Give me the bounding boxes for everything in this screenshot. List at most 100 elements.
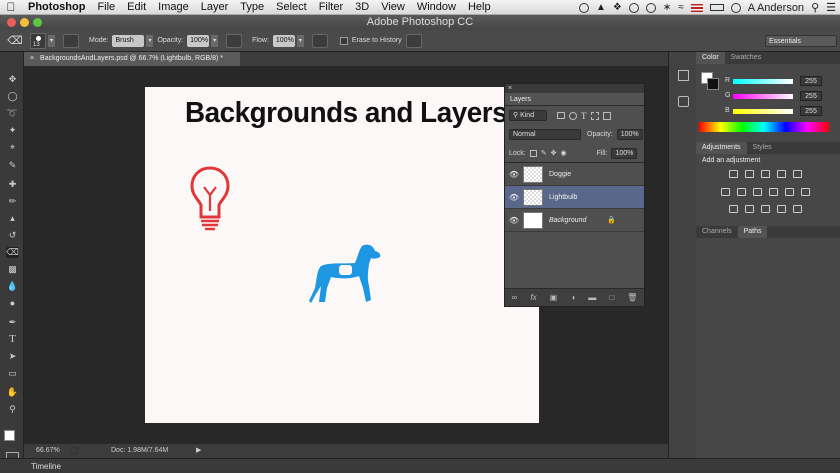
chat-icon[interactable] (628, 2, 639, 13)
delete-layer-icon[interactable]: 🗑 (627, 293, 637, 302)
opacity-dropdown-icon[interactable]: ▾ (211, 34, 219, 47)
blur-tool-icon[interactable]: 💧 (6, 281, 19, 292)
pressure-size-icon[interactable] (405, 33, 422, 48)
selective-color-adjust-icon[interactable] (793, 205, 802, 213)
color-spectrum-ramp[interactable] (699, 122, 829, 132)
new-adjustment-icon[interactable]: ◑ (570, 293, 575, 302)
timemachine-icon[interactable] (645, 2, 656, 13)
bluetooth-icon[interactable]: ∗ (663, 2, 671, 13)
gradient-map-adjust-icon[interactable] (777, 205, 786, 213)
zoom-window-icon[interactable] (33, 18, 42, 27)
color-balance-adjust-icon[interactable] (737, 188, 746, 196)
history-brush-tool-icon[interactable]: ↺ (6, 230, 19, 241)
kind-filter-select[interactable]: ⚲ Kind (509, 110, 547, 121)
status-options-icon[interactable] (70, 447, 78, 455)
menu-layer[interactable]: Layer (195, 0, 235, 15)
layer-name[interactable]: Lightbulb (549, 194, 577, 201)
layer-name[interactable]: Background (549, 217, 607, 224)
dropbox-icon[interactable]: ❖ (613, 2, 622, 13)
menu-filter[interactable]: Filter (313, 0, 349, 15)
visibility-eye-icon[interactable]: 👁 (505, 193, 523, 202)
apple-menu-icon[interactable]:  (0, 0, 22, 15)
layer-row-background[interactable]: 👁 Background 🔒 (505, 209, 644, 232)
filter-type-icon[interactable]: T (581, 111, 587, 121)
new-group-icon[interactable]: ▬ (588, 293, 596, 302)
status-menu-arrow-icon[interactable]: ▶ (196, 444, 201, 458)
blend-mode-select[interactable]: Normal (509, 129, 581, 140)
zoom-level[interactable]: 66.67% (36, 444, 60, 458)
tab-adjustments[interactable]: Adjustments (696, 142, 747, 154)
brightness-adjust-icon[interactable] (729, 170, 738, 178)
curves-adjust-icon[interactable] (761, 170, 770, 178)
tab-styles[interactable]: Styles (747, 142, 778, 154)
menu-view[interactable]: View (375, 0, 411, 15)
marquee-tool-icon[interactable]: ◯ (6, 91, 19, 102)
healing-tool-icon[interactable]: ✚ (6, 179, 19, 190)
lasso-tool-icon[interactable]: ➰ (6, 108, 19, 119)
color-lookup-adjust-icon[interactable] (801, 188, 810, 196)
battery-icon[interactable] (709, 4, 724, 11)
hand-tool-icon[interactable]: ✋ (6, 387, 19, 398)
channel-b-slider[interactable] (733, 109, 793, 114)
exposure-adjust-icon[interactable] (777, 170, 786, 178)
new-layer-icon[interactable]: □ (609, 293, 614, 302)
brush-preset-picker[interactable]: 13 (30, 32, 46, 49)
mode-dropdown-icon[interactable]: ▾ (146, 34, 154, 47)
layers-panel-header[interactable]: × (505, 84, 644, 93)
layer-opacity-input[interactable]: 100% (616, 129, 643, 140)
brush-tool-icon[interactable]: ✏ (6, 196, 19, 207)
levels-adjust-icon[interactable] (745, 170, 754, 178)
workspace-select[interactable]: Essentials (765, 34, 837, 47)
invert-adjust-icon[interactable] (729, 205, 738, 213)
fill-input[interactable]: 100% (611, 147, 638, 159)
close-panel-icon[interactable]: × (505, 85, 512, 92)
timeline-label[interactable]: Timeline (31, 460, 61, 473)
posterize-adjust-icon[interactable] (745, 205, 754, 213)
type-tool-icon[interactable]: T (6, 334, 19, 345)
flow-dropdown-icon[interactable]: ▾ (296, 34, 304, 47)
brush-preset-dropdown[interactable]: ▾ (48, 34, 55, 47)
channel-r-value[interactable]: 255 (800, 76, 822, 86)
black-white-adjust-icon[interactable] (753, 188, 762, 196)
filter-adjust-icon[interactable] (569, 111, 577, 120)
tab-paths[interactable]: Paths (737, 226, 768, 238)
lock-position-icon[interactable]: ✥ (551, 149, 557, 157)
visibility-eye-icon[interactable]: 👁 (505, 170, 523, 179)
channel-mixer-adjust-icon[interactable] (785, 188, 794, 196)
link-layers-icon[interactable]: ∞ (512, 293, 518, 302)
layer-style-icon[interactable]: fx (530, 293, 536, 302)
spotlight-icon[interactable]: ⚲ (811, 1, 819, 14)
add-mask-icon[interactable]: ▣ (550, 293, 558, 302)
mode-select[interactable]: Brush (112, 34, 145, 47)
layer-name[interactable]: Doggie (549, 171, 571, 178)
opacity-input[interactable]: 100% (187, 34, 210, 47)
tab-color[interactable]: Color (696, 52, 725, 64)
channel-r-slider[interactable] (733, 79, 793, 84)
properties-panel-icon[interactable] (678, 96, 689, 107)
minimize-window-icon[interactable] (20, 18, 29, 27)
eyedropper-tool-icon[interactable]: ✎ (6, 160, 19, 171)
zoom-tool-icon[interactable]: ⚲ (6, 404, 19, 415)
channel-g-value[interactable]: 255 (800, 91, 822, 101)
crop-tool-icon[interactable]: ⌖ (6, 142, 19, 153)
menu-edit[interactable]: Edit (121, 0, 152, 15)
layers-tab[interactable]: Layers (505, 93, 644, 106)
menu-image[interactable]: Image (152, 0, 195, 15)
tab-channels[interactable]: Channels (696, 226, 738, 238)
channel-g-slider[interactable] (733, 94, 793, 99)
airbrush-icon[interactable] (311, 33, 328, 48)
threshold-adjust-icon[interactable] (761, 205, 770, 213)
gradient-tool-icon[interactable]: ▩ (6, 264, 19, 275)
menu-file[interactable]: File (91, 0, 121, 15)
stamp-tool-icon[interactable]: ▴ (6, 213, 19, 224)
flag-icon[interactable] (690, 3, 703, 12)
list-icon[interactable]: ☰ (826, 1, 836, 14)
photo-filter-adjust-icon[interactable] (769, 188, 778, 196)
brush-panel-toggle-icon[interactable] (63, 33, 79, 48)
tab-swatches[interactable]: Swatches (725, 52, 767, 64)
vibrance-adjust-icon[interactable] (793, 170, 802, 178)
lock-transparent-icon[interactable] (529, 149, 537, 157)
close-window-icon[interactable] (7, 18, 16, 27)
sync-icon[interactable] (579, 2, 590, 13)
shape-tool-icon[interactable]: ▭ (6, 368, 19, 379)
